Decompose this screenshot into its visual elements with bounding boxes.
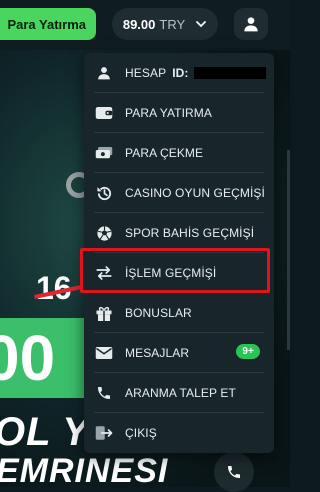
menu-item-logout[interactable]: ÇIKIŞ: [84, 413, 274, 453]
balance-amount: 89.00: [122, 16, 156, 32]
menu-item-sports-history[interactable]: SPOR BAHİS GEÇMİŞİ: [84, 213, 274, 253]
football-icon: [93, 222, 115, 244]
menu-item-label: ARANMA TALEP ET: [125, 386, 236, 400]
menu-item-label: PARA YATIRMA: [125, 106, 212, 120]
top-header: Para Yatırma 89.00 TRY: [0, 0, 290, 50]
phone-icon: [228, 466, 240, 478]
menu-item-label: BONUSLAR: [125, 306, 192, 320]
menu-item-label: ÇIKIŞ: [125, 426, 157, 440]
logout-icon: [93, 422, 115, 444]
account-label: HESAP: [125, 66, 167, 80]
menu-item-label: CASINO OYUN GEÇMİŞİ: [125, 186, 265, 200]
balance-currency: TRY: [159, 16, 186, 32]
user-icon: [93, 62, 115, 84]
menu-item-withdraw[interactable]: PARA ÇEKME: [84, 133, 274, 173]
promo-big-number: 00: [0, 322, 56, 394]
menu-item-label: MESAJLAR: [125, 346, 190, 360]
account-id-label: ID:: [172, 66, 189, 80]
callback-fab[interactable]: [214, 452, 254, 492]
profile-button[interactable]: [234, 8, 268, 40]
menu-item-label: SPOR BAHİS GEÇMİŞİ: [125, 226, 255, 240]
wallet-icon: [93, 102, 115, 124]
menu-item-bonuses[interactable]: BONUSLAR: [84, 293, 274, 333]
promo-slogan-line2: EMRINESI: [0, 452, 169, 490]
scrollbar[interactable]: [287, 150, 290, 350]
menu-item-messages[interactable]: MESAJLAR 9+: [84, 333, 274, 373]
gift-icon: [93, 302, 115, 324]
deposit-button[interactable]: Para Yatırma: [0, 8, 96, 40]
menu-item-casino-history[interactable]: CASINO OYUN GEÇMİŞİ: [84, 173, 274, 213]
account-id-redacted: [194, 67, 267, 79]
menu-item-account[interactable]: HESAP ID:: [84, 53, 274, 93]
chevron-down-icon: [195, 18, 207, 30]
menu-item-label: PARA ÇEKME: [125, 146, 204, 160]
user-icon: [244, 17, 258, 32]
balance-selector[interactable]: 89.00 TRY: [112, 8, 218, 40]
mail-icon: [93, 342, 115, 364]
menu-item-deposit[interactable]: PARA YATIRMA: [84, 93, 274, 133]
menu-item-request-call[interactable]: ARANMA TALEP ET: [84, 373, 274, 413]
messages-count-badge: 9+: [236, 344, 260, 359]
cash-icon: [93, 142, 115, 164]
phone-icon: [93, 382, 115, 404]
highlight-box: [80, 248, 270, 293]
history-icon: [93, 182, 115, 204]
